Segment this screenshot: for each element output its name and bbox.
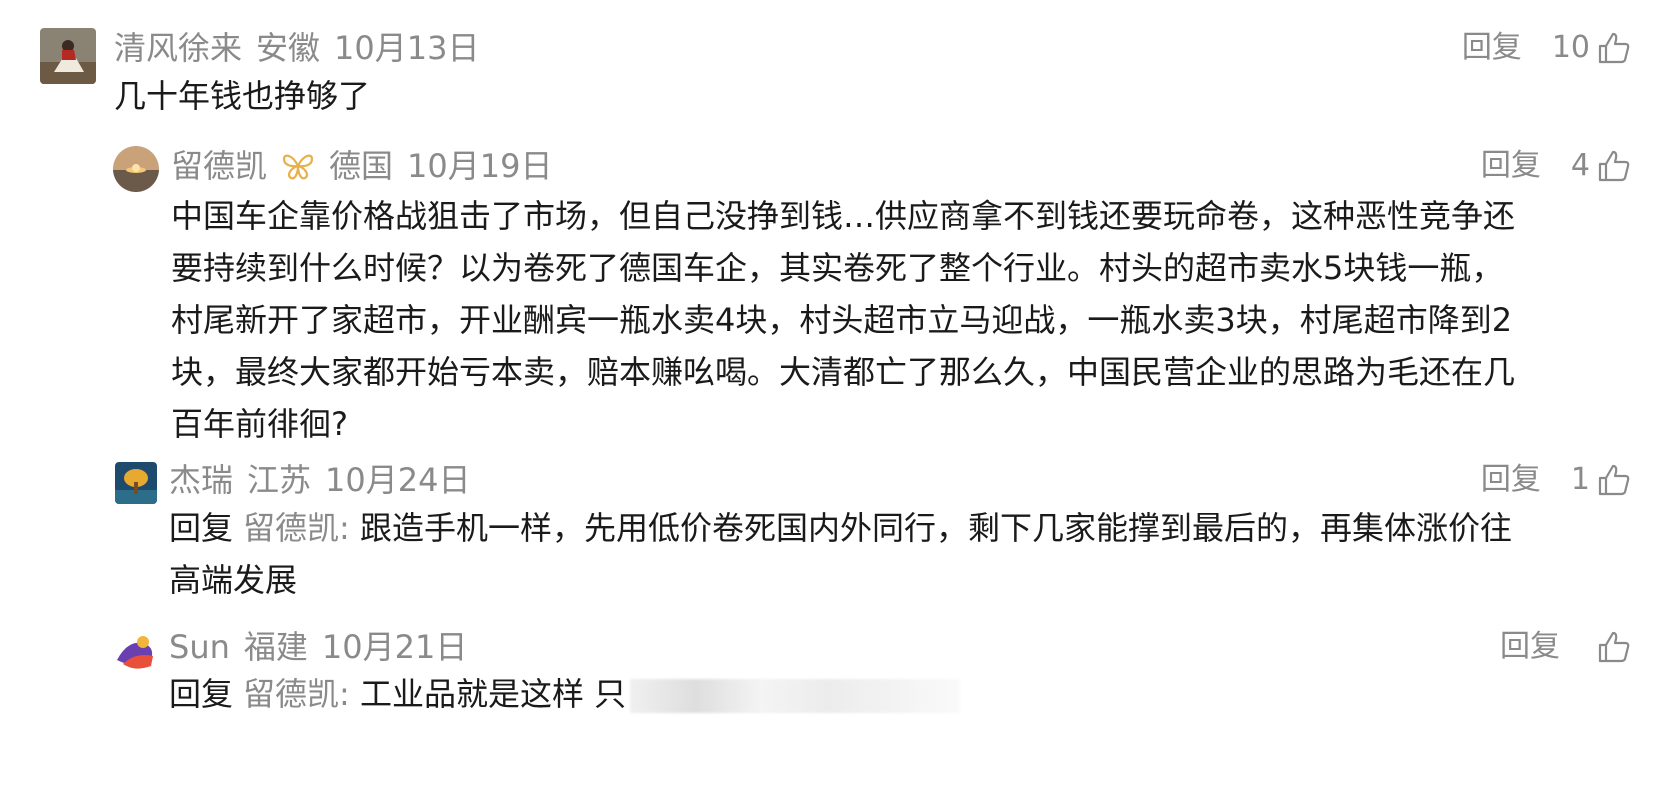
comment-date: 10月21日 [321, 628, 468, 666]
like-count: 1 [1570, 462, 1590, 497]
user-name[interactable]: Sun [169, 627, 230, 667]
comment-date: 10月13日 [334, 29, 480, 67]
avatar[interactable] [40, 28, 96, 84]
avatar[interactable] [115, 462, 157, 504]
reply-body: 工业品就是这样 只 [359, 675, 627, 713]
reply-button[interactable]: 回复 [1462, 28, 1522, 68]
user-location: 安徽 [256, 29, 321, 67]
reply-button[interactable]: 回复 [1500, 627, 1560, 667]
reply-button[interactable]: 回复 [1481, 460, 1541, 500]
thumbs-up-icon[interactable] [1596, 462, 1632, 498]
avatar[interactable] [113, 146, 159, 192]
thumbs-up-icon[interactable] [1596, 629, 1632, 665]
avatar[interactable] [115, 630, 157, 672]
comment-text: 中国车企靠价格战狙击了市场，但自己没挣到钱…供应商拿不到钱还要玩命卷，这种恶性竞… [171, 197, 1516, 443]
blurred-text-overlay [630, 679, 961, 713]
thumbs-up-icon[interactable] [1596, 30, 1632, 66]
reply-target-name[interactable]: 留德凯 [243, 675, 339, 713]
user-name[interactable]: 留德凯 [171, 146, 267, 186]
user-name[interactable]: 清风徐来 [114, 28, 242, 68]
user-location: 德国 [329, 147, 394, 185]
thumbs-up-icon[interactable] [1596, 148, 1632, 184]
user-name[interactable]: 杰瑞 [169, 460, 233, 500]
user-location: 江苏 [247, 461, 312, 499]
comment-date: 10月24日 [325, 461, 471, 499]
comment-text: 回复 留德凯: 跟造手机一样，先用低价卷死国内外同行，剩下几家能撑到最后的，再集体… [169, 502, 1514, 606]
butterfly-badge-icon [282, 154, 314, 180]
reply-colon: : [339, 509, 350, 547]
comment-date: 10月19日 [407, 147, 553, 185]
like-count: 4 [1570, 148, 1590, 183]
reply-colon: : [339, 675, 350, 713]
comment-text: 几十年钱也挣够了 [114, 77, 371, 115]
user-location: 福建 [243, 628, 308, 666]
reply-button[interactable]: 回复 [1481, 146, 1541, 186]
reply-target-name[interactable]: 留德凯 [243, 509, 339, 547]
comment-text: 回复 留德凯: 工业品就是这样 只 [169, 668, 1514, 720]
reply-prefix: 回复 [169, 675, 234, 713]
reply-body: 跟造手机一样，先用低价卷死国内外同行，剩下几家能撑到最后的，再集体涨价往高端发展 [169, 509, 1512, 599]
like-count: 10 [1551, 30, 1590, 65]
reply-prefix: 回复 [169, 509, 234, 547]
